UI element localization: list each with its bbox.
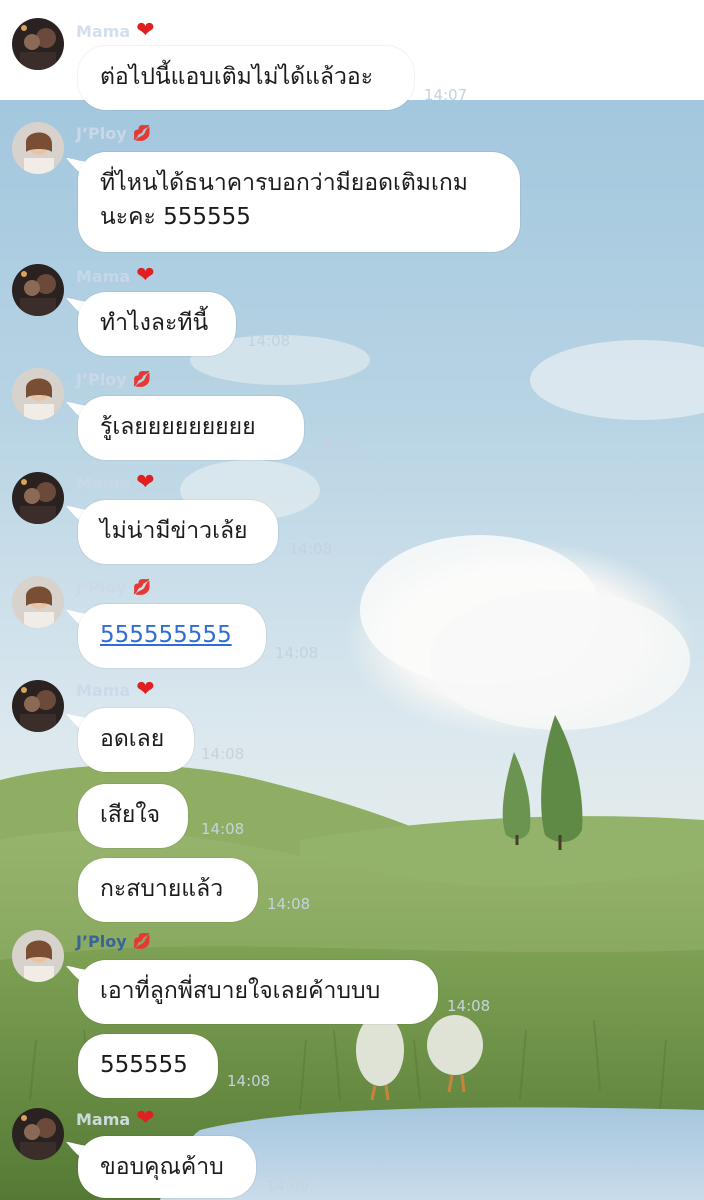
message-bubble[interactable]: อดเลย [78,708,194,772]
message-time: 14:08 [289,540,333,558]
message-text: ต่อไปนี้แอบเติมไม่ได้แล้วอะ [100,64,374,90]
avatar-jploy[interactable] [12,930,64,982]
avatar-mama[interactable] [12,18,64,70]
message-bubble[interactable]: ต่อไปนี้แอบเติมไม่ได้แล้วอะ [78,46,414,110]
message-time: 14:08 [201,745,245,763]
avatar-jploy[interactable] [12,368,64,420]
sender-name-jploy: J’Ploy 💋 [76,578,152,597]
sender-name-mama: Mama ❤ [76,263,155,288]
lips-icon: 💋 [132,578,152,596]
sender-name-jploy: J’Ploy 💋 [76,932,152,951]
message-time: 14:08 [201,820,245,838]
message-bubble[interactable]: 555555555 [78,604,266,668]
message-text: ทำไงละทีนี้ [100,310,209,336]
message-text: รู้เลยยยยยยยยย [100,414,256,440]
avatar-mama[interactable] [12,680,64,732]
heart-icon: ❤ [136,263,155,288]
message-bubble[interactable]: รู้เลยยยยยยยยย [78,396,304,460]
heart-icon: ❤ [136,1106,155,1131]
message-bubble[interactable]: กะสบายแล้ว [78,858,258,922]
message-time: 14:08 [267,895,311,913]
message-text-line: ที่ไหนได้ธนาคารบอกว่ามียอดเติมเกม [100,170,468,196]
message-text: เอาที่ลูกพี่สบายใจเลยค้าบบบ [100,978,381,1004]
avatar-mama[interactable] [12,1108,64,1160]
heart-icon: ❤ [136,677,155,702]
message-bubble[interactable]: 555555 [78,1034,218,1098]
phone-number-link[interactable]: 555555555 [100,618,244,652]
sender-name-mama: Mama ❤ [76,18,155,43]
message-bubble[interactable]: ขอบคุณค้าบ [78,1136,256,1198]
sender-name-mama: Mama ❤ [76,677,155,702]
avatar-mama[interactable] [12,264,64,316]
sender-name-jploy: J’Ploy 💋 [76,124,152,143]
message-text: อดเลย [100,726,165,752]
message-text: กะสบายแล้ว [100,876,224,902]
message-time: 14:08 [227,1072,271,1090]
message-bubble[interactable]: เสียใจ [78,784,188,848]
lips-icon: 💋 [132,932,152,950]
message-time: 14:08 [247,332,291,350]
message-time: 14:08 [275,644,319,662]
avatar-mama[interactable] [12,472,64,524]
message-text-line: นะคะ 555555 [100,204,251,230]
message-text: ไม่น่ามีข่าวเล้ย [100,518,248,544]
message-time: 14:09 [266,1177,310,1195]
avatar-jploy[interactable] [12,122,64,174]
message-time: 14:07 [424,86,468,104]
message-bubble[interactable]: ทำไงละทีนี้ [78,292,236,356]
message-time: 14:08 [447,997,491,1015]
message-text: ขอบคุณค้าบ [100,1154,224,1180]
heart-icon: ❤ [136,18,155,43]
sender-name-jploy: J’Ploy 💋 [76,370,152,389]
message-text: เสียใจ [100,802,161,828]
avatar-jploy[interactable] [12,576,64,628]
message-bubble[interactable]: ที่ไหนได้ธนาคารบอกว่ามียอดเติมเกม นะคะ 5… [78,152,520,252]
sender-name-mama: Mama ❤ [76,1106,155,1131]
message-text: 555555 [100,1052,188,1078]
message-bubble[interactable]: ไม่น่ามีข่าวเล้ย [78,500,278,564]
message-bubble[interactable]: เอาที่ลูกพี่สบายใจเลยค้าบบบ [78,960,438,1024]
sender-name-mama: Mama ❤ [76,470,155,495]
message-time: 14:08 [313,436,357,454]
heart-icon: ❤ [136,470,155,495]
lips-icon: 💋 [132,124,152,142]
lips-icon: 💋 [132,370,152,388]
